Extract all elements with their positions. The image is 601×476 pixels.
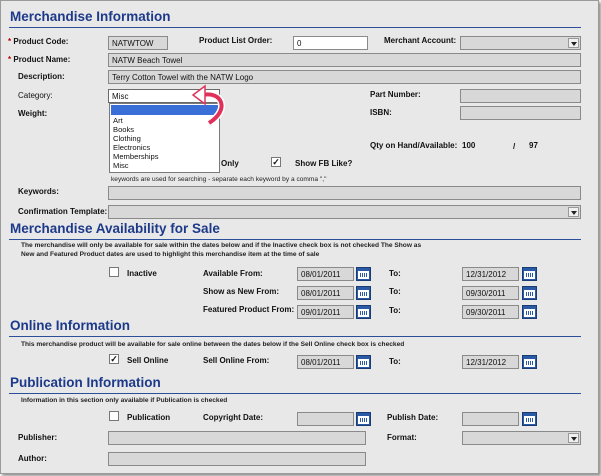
section-divider <box>9 239 581 240</box>
section-heading-publication: Publication Information <box>10 375 161 390</box>
publisher-label: Publisher: <box>18 433 58 442</box>
qty-on-hand: 100 <box>462 141 476 150</box>
calendar-icon[interactable] <box>522 412 537 426</box>
featured-from-input[interactable]: 09/01/2011 <box>297 305 354 319</box>
sell-to-input[interactable]: 12/31/2012 <box>462 355 519 369</box>
calendar-icon[interactable] <box>356 267 371 281</box>
author-label: Author: <box>18 454 47 463</box>
isbn-label: ISBN: <box>370 108 392 117</box>
keywords-input[interactable] <box>108 186 581 200</box>
publisher-input[interactable] <box>108 431 366 445</box>
dropdown-option-books[interactable]: Books <box>113 125 134 134</box>
sell-from-label: Sell Online From: <box>203 356 270 365</box>
dropdown-option-memberships[interactable]: Memberships <box>113 152 159 161</box>
chevron-down-icon[interactable] <box>568 207 579 217</box>
dropdown-option-art[interactable]: Art <box>113 116 123 125</box>
calendar-icon[interactable] <box>522 286 537 300</box>
copyright-date-input[interactable] <box>297 412 354 426</box>
section-divider <box>9 336 581 337</box>
availability-note-line2: New and Featured Product dates are used … <box>21 251 320 258</box>
description-input[interactable]: Terry Cotton Towel with the NATW Logo <box>108 70 581 84</box>
section-divider <box>9 27 581 28</box>
calendar-icon[interactable] <box>522 305 537 319</box>
format-label: Format: <box>387 433 417 442</box>
only-label: Only <box>221 159 239 168</box>
inactive-label: Inactive <box>127 269 157 278</box>
confirmation-template-label: Confirmation Template: <box>18 207 108 216</box>
publish-date-input[interactable] <box>462 412 519 426</box>
section-heading-availability: Merchandise Availability for Sale <box>10 221 220 236</box>
featured-to-input[interactable]: 09/30/2011 <box>462 305 519 319</box>
to-label: To: <box>389 357 401 366</box>
author-input[interactable] <box>108 452 366 466</box>
dropdown-option-clothing[interactable]: Clothing <box>113 134 141 143</box>
merchant-account-select[interactable] <box>460 36 581 50</box>
to-label: To: <box>389 269 401 278</box>
product-name-label-text: Product Name: <box>13 55 71 64</box>
available-from-input[interactable]: 08/01/2011 <box>297 267 354 281</box>
merchant-account-label: Merchant Account: <box>384 36 457 45</box>
product-list-order-label: Product List Order: <box>199 36 273 45</box>
product-code-input[interactable]: NATWTOW <box>108 36 168 50</box>
to-label: To: <box>389 306 401 315</box>
sell-online-label: Sell Online <box>127 356 169 365</box>
qty-separator: / <box>513 142 516 151</box>
confirmation-template-select[interactable] <box>108 205 581 219</box>
copyright-date-label: Copyright Date: <box>203 413 263 422</box>
calendar-icon[interactable] <box>356 305 371 319</box>
publication-label: Publication <box>127 413 171 422</box>
show-new-to-input[interactable]: 09/30/2011 <box>462 286 519 300</box>
chevron-down-icon[interactable] <box>568 433 579 443</box>
show-new-label: Show as New From: <box>203 287 280 296</box>
calendar-icon[interactable] <box>356 355 371 369</box>
qty-available: 97 <box>529 141 538 150</box>
product-code-label: * Product Code: <box>8 37 69 46</box>
calendar-icon[interactable] <box>356 412 371 426</box>
part-number-label: Part Number: <box>370 90 421 99</box>
featured-label: Featured Product From: <box>203 305 295 314</box>
show-fb-label: Show FB Like? <box>295 159 353 168</box>
product-name-input[interactable]: NATW Beach Towel <box>108 53 581 67</box>
calendar-icon[interactable] <box>522 267 537 281</box>
keywords-label: Keywords: <box>18 187 59 196</box>
availability-note-line1: The merchandise will only be available f… <box>21 242 422 249</box>
category-label: Category: <box>18 91 53 100</box>
publication-checkbox[interactable] <box>109 411 119 421</box>
calendar-icon[interactable] <box>356 286 371 300</box>
show-new-from-input[interactable]: 08/01/2011 <box>297 286 354 300</box>
curved-arrow-icon <box>191 84 225 126</box>
section-heading-online: Online Information <box>10 318 130 333</box>
product-name-label: * Product Name: <box>8 55 71 64</box>
section-divider <box>9 393 581 394</box>
section-heading-merchandise: Merchandise Information <box>10 9 171 24</box>
format-select[interactable] <box>462 431 581 445</box>
available-from-label: Available From: <box>203 269 263 278</box>
publish-date-label: Publish Date: <box>387 413 439 422</box>
sell-online-checkbox[interactable]: ✓ <box>109 354 119 364</box>
isbn-input[interactable] <box>460 106 581 120</box>
calendar-icon[interactable] <box>522 355 537 369</box>
part-number-input[interactable] <box>460 89 581 103</box>
qty-label: Qty on Hand/Available: <box>370 141 458 150</box>
keywords-note: keywords are used for searching - separa… <box>111 176 327 183</box>
available-to-input[interactable]: 12/31/2012 <box>462 267 519 281</box>
description-label: Description: <box>18 72 65 81</box>
sell-from-input[interactable]: 08/01/2011 <box>297 355 354 369</box>
dropdown-option-misc[interactable]: Misc <box>113 161 129 170</box>
inactive-checkbox[interactable] <box>109 267 119 277</box>
merchandise-form: Merchandise Information * Product Code: … <box>0 0 599 474</box>
online-note: This merchandise product will be availab… <box>21 341 405 348</box>
publication-note: Information in this section only availab… <box>21 397 228 404</box>
show-fb-checkbox[interactable]: ✓ <box>271 157 281 167</box>
chevron-down-icon[interactable] <box>568 38 579 48</box>
dropdown-option-electronics[interactable]: Electronics <box>113 143 150 152</box>
weight-label: Weight: <box>18 109 48 118</box>
product-list-order-input[interactable]: 0 <box>293 36 368 50</box>
product-code-label-text: Product Code: <box>13 37 69 46</box>
to-label: To: <box>389 287 401 296</box>
